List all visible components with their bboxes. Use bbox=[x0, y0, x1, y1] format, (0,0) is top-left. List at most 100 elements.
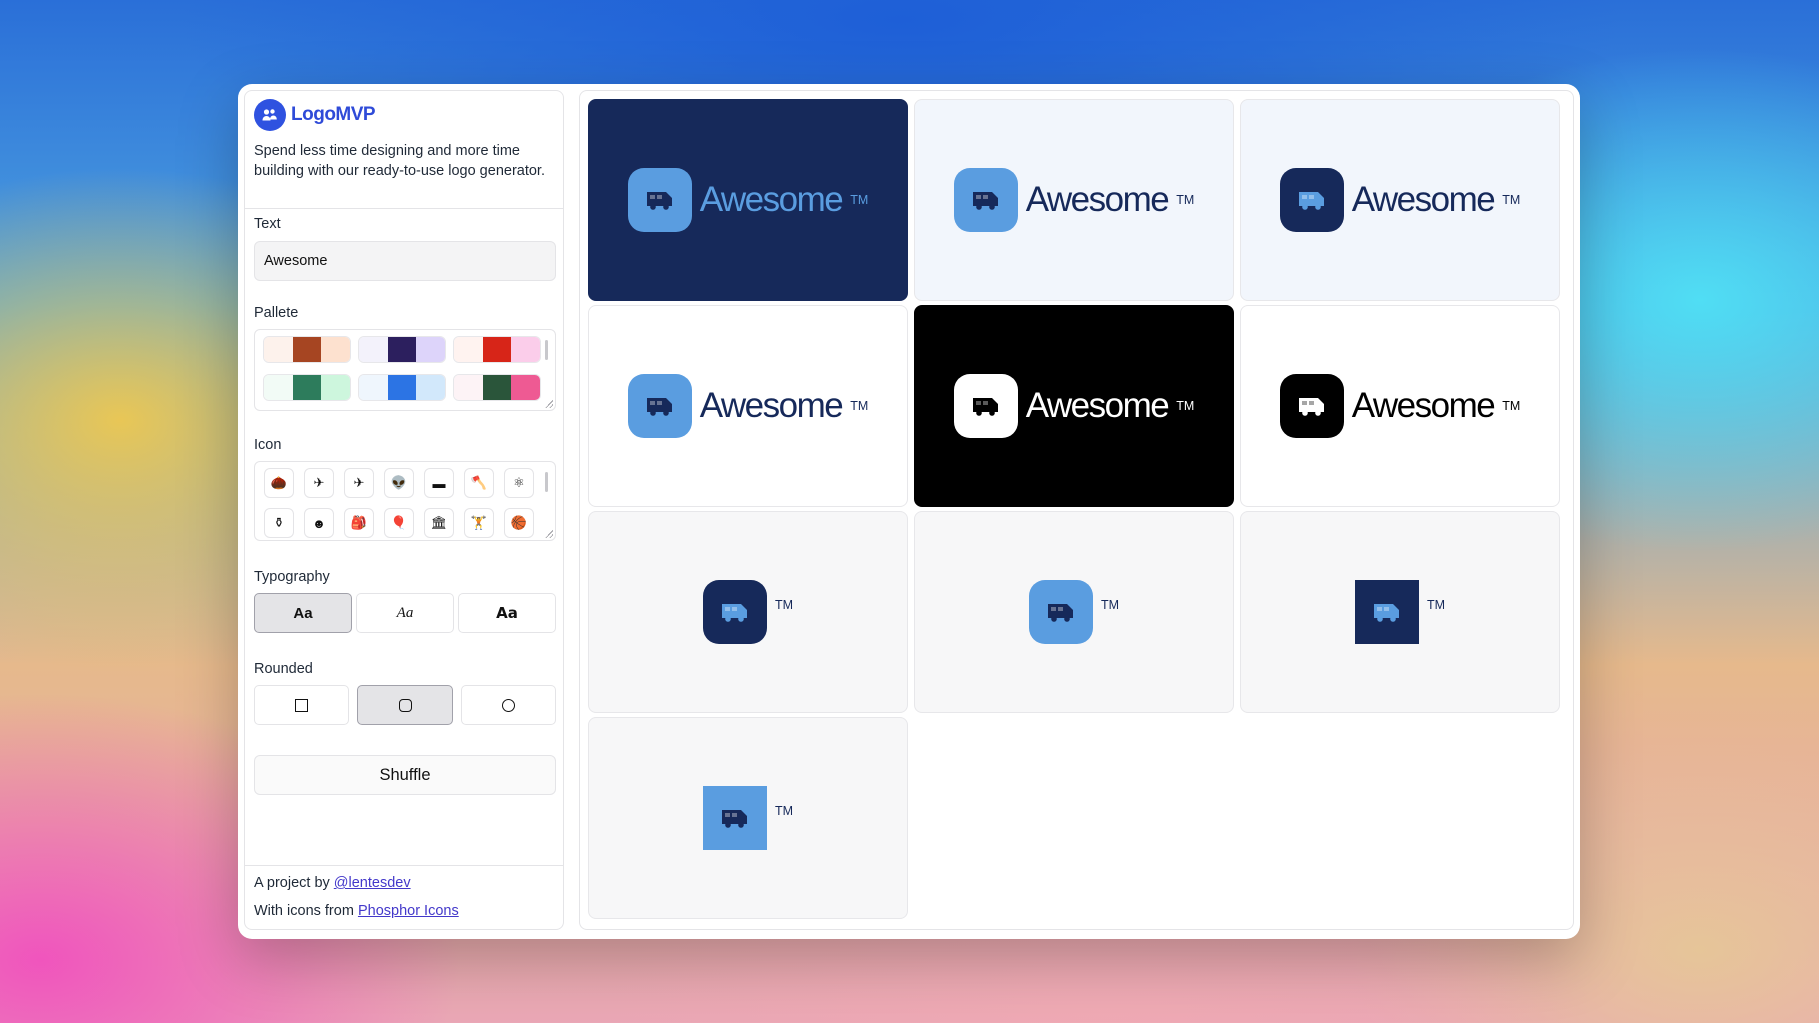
van-icon bbox=[953, 168, 1018, 232]
logo-preview-card[interactable]: Awesome TM bbox=[914, 305, 1234, 507]
palette-scrollbar[interactable] bbox=[545, 340, 548, 360]
rounded-full-option[interactable] bbox=[461, 685, 556, 725]
palette-swatch[interactable] bbox=[263, 374, 351, 401]
trademark-symbol: TM bbox=[850, 193, 869, 207]
logo-preview-card[interactable]: Awesome TM bbox=[1240, 99, 1560, 301]
van-icon bbox=[702, 580, 767, 644]
app-window: LogoMVP Spend less time designing and mo… bbox=[238, 84, 1580, 939]
logo-preview-card[interactable]: TM bbox=[588, 717, 908, 919]
axe-icon[interactable]: 🪓 bbox=[464, 468, 494, 498]
logo: Awesome TM bbox=[953, 374, 1195, 438]
palette-swatch[interactable] bbox=[453, 374, 541, 401]
logo: Awesome TM bbox=[953, 168, 1195, 232]
brand[interactable]: LogoMVP bbox=[254, 99, 376, 131]
rounded-label: Rounded bbox=[254, 661, 313, 677]
acorn-icon[interactable]: 🌰 bbox=[264, 468, 294, 498]
typography-label: Typography bbox=[254, 569, 330, 585]
palette-resize-handle[interactable] bbox=[545, 400, 553, 408]
trademark-symbol: TM bbox=[1100, 598, 1120, 612]
basketball-icon[interactable]: 🏀 bbox=[504, 508, 534, 538]
van-icon bbox=[1279, 168, 1344, 232]
logo-preview-card[interactable]: Awesome TM bbox=[914, 99, 1234, 301]
author-link[interactable]: @lentesdev bbox=[334, 875, 411, 891]
logo: TM bbox=[1028, 580, 1120, 644]
icon-resize-handle[interactable] bbox=[545, 530, 553, 538]
logo-preview-card[interactable]: TM bbox=[1240, 511, 1560, 713]
logo: Awesome TM bbox=[627, 374, 869, 438]
logo-preview-card[interactable]: TM bbox=[914, 511, 1234, 713]
backpack-icon[interactable]: 🎒 bbox=[344, 508, 374, 538]
van-icon bbox=[702, 786, 767, 850]
rounded-medium-option[interactable] bbox=[357, 685, 453, 725]
circle-icon bbox=[502, 698, 515, 712]
palette-swatch[interactable] bbox=[358, 336, 446, 363]
typography-sans-option[interactable]: Aa bbox=[254, 593, 352, 633]
phosphor-icons-link[interactable]: Phosphor Icons bbox=[358, 903, 459, 919]
logo-wordmark: Awesome bbox=[699, 386, 844, 425]
trademark-symbol: TM bbox=[1426, 598, 1446, 612]
preview-grid: Awesome TM Awesome TM Awesome TM Awesome TM Awes… bbox=[579, 90, 1574, 930]
logo-preview-card[interactable]: TM bbox=[588, 511, 908, 713]
logo-wordmark: Awesome bbox=[1025, 180, 1170, 219]
text-label: Text bbox=[254, 216, 281, 232]
palette-swatch[interactable] bbox=[453, 336, 541, 363]
icon-picker[interactable]: 🌰 ✈ ✈ 👽 ▬ 🪓 ⚛ ⚱ ☻ 🎒 🎈 🏛 🏋 🏀 bbox=[254, 461, 556, 541]
project-credit: A project by @lentesdev bbox=[254, 875, 411, 891]
palette-label: Pallete bbox=[254, 305, 299, 321]
rounded-none-option[interactable] bbox=[254, 685, 349, 725]
brand-name: LogoMVP bbox=[291, 104, 376, 125]
trademark-symbol: TM bbox=[850, 399, 869, 413]
palette-picker[interactable] bbox=[254, 329, 556, 411]
square-icon bbox=[295, 698, 308, 712]
atom-icon[interactable]: ⚛ bbox=[504, 468, 534, 498]
typography-bold-option[interactable]: Aa bbox=[458, 593, 556, 633]
footer-divider bbox=[245, 865, 563, 866]
rounded-square-icon bbox=[398, 698, 412, 712]
trademark-symbol: TM bbox=[774, 804, 794, 818]
logo-preview-card[interactable]: Awesome TM bbox=[588, 99, 908, 301]
divider bbox=[245, 208, 563, 209]
logo-wordmark: Awesome bbox=[1351, 180, 1496, 219]
trademark-symbol: TM bbox=[774, 598, 794, 612]
icon-scrollbar[interactable] bbox=[545, 472, 548, 492]
van-icon bbox=[1354, 580, 1419, 644]
trademark-symbol: TM bbox=[1176, 399, 1195, 413]
logo-wordmark: Awesome bbox=[1351, 386, 1496, 425]
logo: TM bbox=[702, 580, 794, 644]
logo: Awesome TM bbox=[1279, 168, 1521, 232]
typography-serif-option[interactable]: Aa bbox=[356, 593, 454, 633]
bank-icon[interactable]: 🏛 bbox=[424, 508, 454, 538]
icons-credit: With icons from Phosphor Icons bbox=[254, 903, 459, 919]
airplane-icon[interactable]: ✈ bbox=[304, 468, 334, 498]
van-icon bbox=[627, 168, 692, 232]
trademark-symbol: TM bbox=[1502, 193, 1521, 207]
archive-box-icon[interactable]: ▬ bbox=[424, 468, 454, 498]
shuffle-button[interactable]: Shuffle bbox=[254, 755, 556, 795]
baby-icon[interactable]: ☻ bbox=[304, 508, 334, 538]
balloon-icon[interactable]: 🎈 bbox=[384, 508, 414, 538]
logo: Awesome TM bbox=[627, 168, 869, 232]
icon-label: Icon bbox=[254, 437, 282, 453]
palette-swatch[interactable] bbox=[358, 374, 446, 401]
logo-wordmark: Awesome bbox=[699, 180, 844, 219]
van-icon bbox=[953, 374, 1018, 438]
logo-preview-card[interactable]: Awesome TM bbox=[1240, 305, 1560, 507]
project-credit-text: A project by bbox=[254, 875, 330, 891]
palette-swatch[interactable] bbox=[263, 336, 351, 363]
brand-logo-icon bbox=[254, 99, 286, 131]
van-icon bbox=[627, 374, 692, 438]
airplane-tilt-icon[interactable]: ✈ bbox=[344, 468, 374, 498]
logo: Awesome TM bbox=[1279, 374, 1521, 438]
logo-preview-card[interactable]: Awesome TM bbox=[588, 305, 908, 507]
icons-credit-text: With icons from bbox=[254, 903, 354, 919]
text-input[interactable] bbox=[254, 241, 556, 281]
trademark-symbol: TM bbox=[1176, 193, 1195, 207]
logo-wordmark: Awesome bbox=[1025, 386, 1170, 425]
amphora-icon[interactable]: ⚱ bbox=[264, 508, 294, 538]
van-icon bbox=[1279, 374, 1344, 438]
alien-icon[interactable]: 👽 bbox=[384, 468, 414, 498]
trademark-symbol: TM bbox=[1502, 399, 1521, 413]
logo: TM bbox=[702, 786, 794, 850]
barbell-icon[interactable]: 🏋 bbox=[464, 508, 494, 538]
van-icon bbox=[1028, 580, 1093, 644]
